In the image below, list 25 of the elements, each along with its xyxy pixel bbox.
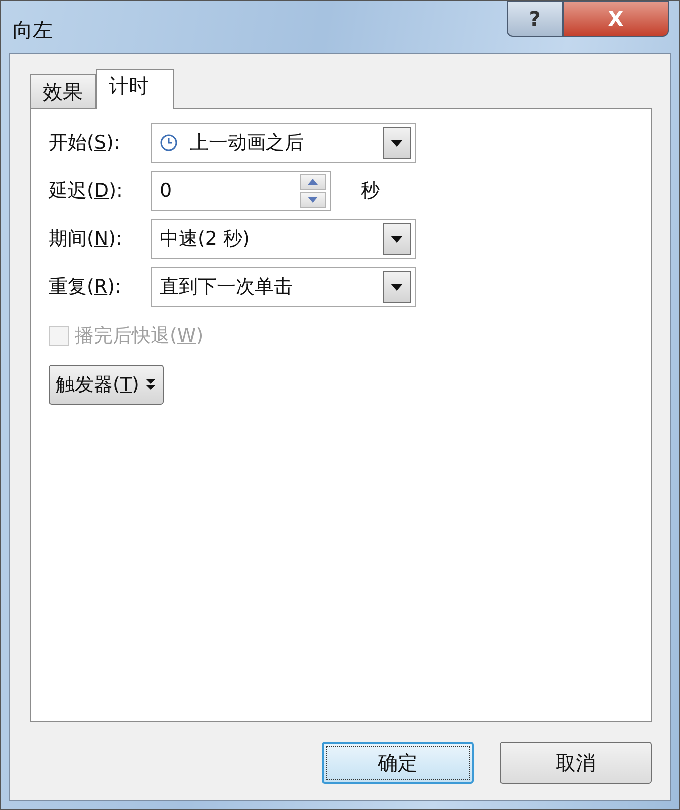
field-label: 延迟(D): [49,179,124,204]
clock-icon [160,134,178,152]
checkbox-label: 播完后快退(W) [75,324,204,349]
tab[interactable]: 效果 [30,74,96,108]
window-title: 向左 [13,17,53,44]
trigger-button[interactable]: 触发器(T) [49,365,164,405]
dropdown[interactable]: 直到下一次单击 [151,267,416,307]
field-label: 重复(R): [49,275,122,300]
dropdown[interactable]: 中速(2 秒) [151,219,416,259]
unit-label: 秒 [361,179,380,204]
spin-down-icon[interactable] [300,192,326,208]
dropdown[interactable]: 上一动画之后 [151,123,416,163]
dialog-button[interactable]: 取消 [500,742,652,784]
spin-up-icon[interactable] [300,174,326,190]
help-button[interactable]: ? [507,1,563,37]
tab[interactable]: 计时 [96,69,174,109]
dialog-button[interactable]: 确定 [322,742,474,784]
spinner-field[interactable]: 0 [151,171,331,211]
field-label: 开始(S): [49,131,122,156]
dropdown-value: 中速(2 秒) [160,227,251,252]
dropdown-value: 直到下一次单击 [160,275,294,300]
spinner-value: 0 [160,180,174,202]
dropdown-value: 上一动画之后 [190,131,305,156]
field-label: 期间(N): [49,227,124,252]
double-caret-icon [145,378,158,392]
